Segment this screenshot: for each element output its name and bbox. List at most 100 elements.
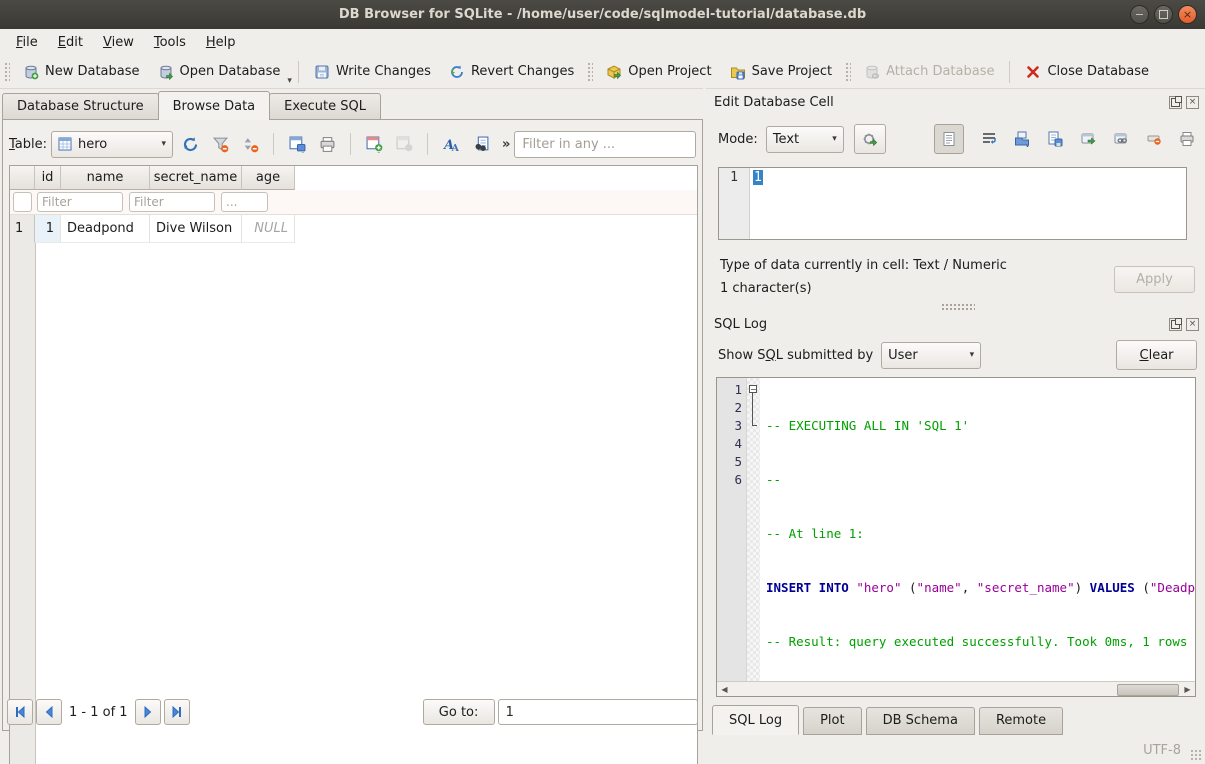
close-database-button[interactable]: Close Database bbox=[1016, 59, 1158, 85]
column-header-id[interactable]: id bbox=[35, 166, 61, 190]
mode-select[interactable]: Text ▾ bbox=[766, 126, 844, 153]
toolbar-grip[interactable] bbox=[845, 62, 851, 82]
toolbar-grip[interactable] bbox=[587, 62, 593, 82]
last-record-button[interactable] bbox=[164, 699, 190, 725]
clear-log-button[interactable]: Clear bbox=[1116, 340, 1197, 370]
insert-record-button[interactable] bbox=[361, 131, 387, 157]
edit-display-format-button[interactable]: AA bbox=[438, 131, 464, 157]
delete-record-button bbox=[391, 131, 417, 157]
title-bar[interactable]: DB Browser for SQLite - /home/user/code/… bbox=[0, 0, 1205, 30]
toolbar-overflow-icon[interactable]: » bbox=[502, 137, 510, 152]
column-header-secret-name[interactable]: secret_name bbox=[150, 166, 242, 190]
menu-file[interactable]: File bbox=[6, 31, 48, 54]
filter-age-input[interactable] bbox=[221, 192, 268, 212]
write-changes-button[interactable]: Write Changes bbox=[305, 59, 440, 85]
filter-name-input[interactable] bbox=[37, 192, 123, 212]
show-sql-label: Show SQL submitted by bbox=[718, 348, 873, 363]
first-record-button[interactable] bbox=[7, 699, 33, 725]
sql-log-dock-header: SQL Log × bbox=[710, 314, 1205, 334]
cell-editor[interactable]: 1 1 bbox=[718, 167, 1187, 240]
close-icon[interactable]: × bbox=[1178, 5, 1197, 24]
auto-switch-mode-button[interactable] bbox=[854, 124, 886, 154]
table-label: Table: bbox=[9, 137, 47, 152]
goto-button[interactable]: Go to: bbox=[423, 699, 495, 725]
find-in-table-button[interactable] bbox=[468, 131, 494, 157]
print-cell-icon[interactable] bbox=[1179, 131, 1195, 147]
cell-id[interactable]: 1 bbox=[35, 215, 61, 243]
menu-help[interactable]: Help bbox=[196, 31, 246, 54]
dock-splitter-handle[interactable] bbox=[941, 303, 975, 310]
minimize-icon[interactable]: − bbox=[1130, 5, 1149, 24]
dock-float-icon[interactable] bbox=[1169, 96, 1182, 109]
resize-grip[interactable] bbox=[1190, 749, 1202, 761]
next-record-button[interactable] bbox=[135, 699, 161, 725]
text-mode-toggle[interactable] bbox=[934, 124, 964, 154]
dock-close-icon[interactable]: × bbox=[1186, 96, 1199, 109]
dock-float-icon[interactable] bbox=[1169, 318, 1182, 331]
export-table-button[interactable] bbox=[284, 131, 310, 157]
filter-secret-name-input[interactable] bbox=[129, 192, 215, 212]
import-from-file-icon[interactable] bbox=[1014, 131, 1030, 147]
export-to-file-icon[interactable] bbox=[1047, 131, 1063, 147]
scroll-left-icon[interactable]: ◀ bbox=[718, 683, 731, 695]
sql-log-view[interactable]: 1 2 3 4 5 6 − -- EXECUTING ALL IN 'SQL 1… bbox=[716, 377, 1196, 697]
menu-view[interactable]: View bbox=[93, 31, 144, 54]
open-database-button[interactable]: Open Database bbox=[149, 59, 290, 85]
dock-tab-sql-log[interactable]: SQL Log bbox=[712, 705, 799, 735]
cell-age[interactable]: NULL bbox=[242, 215, 295, 243]
open-database-dropdown-icon[interactable]: ▾ bbox=[287, 76, 292, 88]
cell-editor-content[interactable]: 1 bbox=[753, 170, 763, 185]
dock-tab-remote[interactable]: Remote bbox=[979, 707, 1063, 735]
set-null-icon[interactable] bbox=[1146, 131, 1162, 147]
dock-tab-db-schema[interactable]: DB Schema bbox=[866, 707, 975, 735]
previous-record-button[interactable] bbox=[36, 699, 62, 725]
filter-any-column-input[interactable] bbox=[514, 131, 696, 158]
sql-log-hscrollbar[interactable]: ◀ ▶ bbox=[717, 681, 1195, 696]
refresh-button[interactable] bbox=[177, 131, 203, 157]
browse-toolbar: Table: hero ▾ AA » bbox=[9, 129, 696, 159]
tab-database-structure[interactable]: Database Structure bbox=[2, 93, 159, 120]
print-button[interactable] bbox=[314, 131, 340, 157]
dock-tab-plot[interactable]: Plot bbox=[803, 707, 862, 735]
open-project-icon bbox=[606, 64, 622, 80]
log-line: INSERT INTO "hero" ("name", "secret_name… bbox=[766, 579, 1191, 597]
sql-log-filter-select[interactable]: User ▾ bbox=[881, 342, 981, 369]
table-select-value: hero bbox=[78, 137, 107, 152]
encoding-label[interactable]: UTF-8 bbox=[1143, 743, 1181, 758]
clear-filters-button[interactable] bbox=[207, 131, 233, 157]
toolbar-grip[interactable] bbox=[4, 62, 10, 82]
word-wrap-icon[interactable] bbox=[981, 131, 997, 147]
pane-splitter[interactable] bbox=[703, 88, 706, 764]
fold-collapse-icon[interactable]: − bbox=[749, 385, 757, 393]
clear-sort-button[interactable] bbox=[237, 131, 263, 157]
menu-edit[interactable]: Edit bbox=[48, 31, 93, 54]
open-url-icon[interactable] bbox=[1113, 131, 1129, 147]
menu-tools[interactable]: Tools bbox=[144, 31, 196, 54]
dock-close-icon[interactable]: × bbox=[1186, 318, 1199, 331]
save-project-button[interactable]: Save Project bbox=[721, 59, 842, 85]
cell-type-info: Type of data currently in cell: Text / N… bbox=[720, 258, 1007, 273]
open-project-button[interactable]: Open Project bbox=[597, 59, 720, 85]
row-number[interactable]: 1 bbox=[10, 215, 35, 243]
table-select[interactable]: hero ▾ bbox=[51, 131, 173, 158]
fold-margin[interactable]: − bbox=[747, 378, 760, 682]
open-in-external-app-icon[interactable] bbox=[1080, 131, 1096, 147]
column-header-name[interactable]: name bbox=[61, 166, 150, 190]
tab-execute-sql[interactable]: Execute SQL bbox=[269, 93, 381, 120]
maximize-icon[interactable] bbox=[1154, 5, 1173, 24]
corner-header[interactable] bbox=[10, 166, 35, 190]
cell-name[interactable]: Deadpond bbox=[61, 215, 150, 243]
scrollbar-thumb[interactable] bbox=[1117, 684, 1179, 696]
cell-editor-line-number: 1 bbox=[719, 168, 750, 239]
cell-secret-name[interactable]: Dive Wilson bbox=[150, 215, 242, 243]
log-line: -- EXECUTING ALL IN 'SQL 1' bbox=[766, 417, 1191, 435]
dock-tab-bar: SQL Log Plot DB Schema Remote bbox=[712, 706, 1067, 735]
new-database-button[interactable]: New Database bbox=[14, 59, 149, 85]
save-project-icon bbox=[730, 64, 746, 80]
column-header-age[interactable]: age bbox=[242, 166, 295, 190]
tab-browse-data[interactable]: Browse Data bbox=[158, 91, 271, 120]
scroll-right-icon[interactable]: ▶ bbox=[1181, 683, 1194, 695]
goto-input[interactable] bbox=[498, 699, 698, 725]
revert-changes-button[interactable]: Revert Changes bbox=[440, 59, 583, 85]
attach-database-icon bbox=[864, 64, 880, 80]
